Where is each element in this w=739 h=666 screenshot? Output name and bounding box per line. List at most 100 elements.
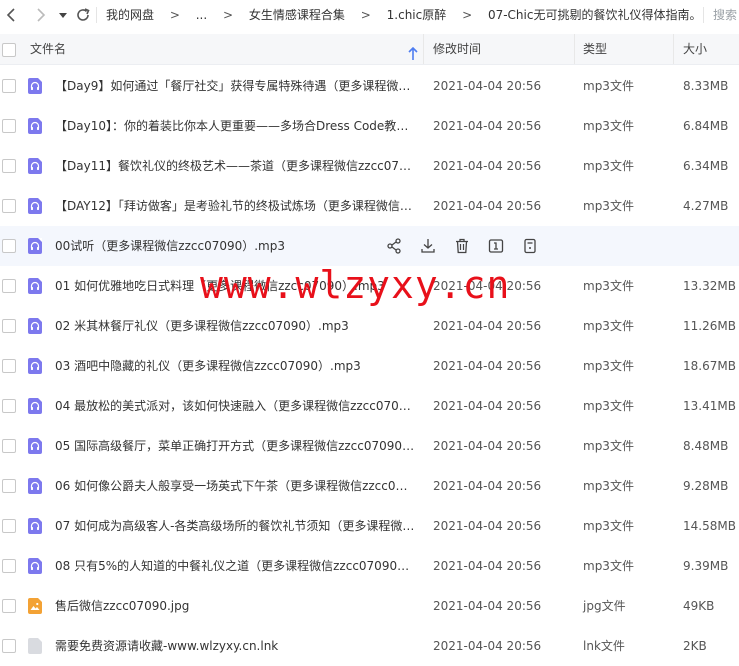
row-checkbox[interactable] — [2, 239, 16, 253]
file-date: 2021-04-04 20:56 — [433, 159, 542, 173]
row-checkbox[interactable] — [2, 359, 16, 373]
column-header-size[interactable]: 大小 — [683, 34, 707, 64]
row-checkbox[interactable] — [2, 319, 16, 333]
column-header-type[interactable]: 类型 — [583, 34, 607, 64]
breadcrumb-item-current[interactable]: 07-Chic无可挑剔的餐饮礼仪得体指南。 — [488, 8, 702, 22]
file-date: 2021-04-04 20:56 — [433, 639, 542, 653]
rename-icon[interactable] — [487, 237, 505, 255]
file-row[interactable]: 【Day10】：你的着装比你本人更重要——多场合Dress Code教程（更多课… — [0, 106, 739, 146]
file-row[interactable]: 售后微信zzcc07090.jpg 2021-04-04 20:56 jpg文件 49… — [0, 586, 739, 626]
file-size: 6.84MB — [683, 119, 729, 133]
file-size: 13.32MB — [683, 279, 736, 293]
file-row[interactable]: 00试听（更多课程微信zzcc07090）.mp3 — [0, 226, 739, 266]
file-type: mp3文件 — [583, 199, 634, 213]
file-name[interactable]: 05 国际高级餐厅，菜单正确打开方式（更多课程微信zzcc07090）.mp3 — [55, 426, 415, 466]
file-size: 2KB — [683, 639, 707, 653]
column-divider[interactable] — [673, 34, 674, 64]
breadcrumb-separator: > — [223, 8, 234, 22]
file-row[interactable]: 【Day9】如何通过「餐厅社交」获得专属特殊待遇（更多课程微信zzcc07090… — [0, 66, 739, 106]
file-name[interactable]: 【Day10】：你的着装比你本人更重要——多场合Dress Code教程（更多课… — [55, 106, 415, 146]
file-date: 2021-04-04 20:56 — [433, 79, 542, 93]
column-header-date[interactable]: 修改时间 — [433, 34, 481, 64]
forward-arrow-icon[interactable] — [30, 5, 50, 25]
more-icon[interactable] — [521, 237, 539, 255]
search-input[interactable]: 搜索 — [713, 0, 737, 30]
file-name[interactable]: 02 米其林餐厅礼仪（更多课程微信zzcc07090）.mp3 — [55, 306, 415, 346]
file-name[interactable]: 03 酒吧中隐藏的礼仪（更多课程微信zzcc07090）.mp3 — [55, 346, 415, 386]
file-type: mp3文件 — [583, 359, 634, 373]
row-checkbox[interactable] — [2, 119, 16, 133]
file-size: 8.48MB — [683, 439, 729, 453]
row-checkbox[interactable] — [2, 519, 16, 533]
image-file-icon — [28, 598, 42, 614]
row-checkbox[interactable] — [2, 399, 16, 413]
breadcrumb-item-ellipsis[interactable]: ... — [196, 8, 207, 22]
breadcrumb-separator: > — [462, 8, 473, 22]
file-name[interactable]: 【Day11】餐饮礼仪的终极艺术——茶道（更多课程微信zzcc07090）.mp… — [55, 146, 415, 186]
file-name[interactable]: 售后微信zzcc07090.jpg — [55, 586, 415, 626]
file-row[interactable]: 08 只有5%的人知道的中餐礼仪之道（更多课程微信zzcc07090）.mp3 2… — [0, 546, 739, 586]
file-date: 2021-04-04 20:56 — [433, 399, 542, 413]
breadcrumb-item-folder[interactable]: 1.chic原醉 — [387, 8, 447, 22]
history-dropdown-icon[interactable] — [53, 5, 73, 25]
column-divider[interactable] — [423, 34, 424, 64]
breadcrumb-item-collection[interactable]: 女生情感课程合集 — [249, 8, 345, 22]
audio-file-icon — [28, 358, 42, 374]
column-divider[interactable] — [574, 34, 575, 64]
file-type: jpg文件 — [583, 599, 626, 613]
row-checkbox[interactable] — [2, 639, 16, 653]
row-checkbox[interactable] — [2, 199, 16, 213]
file-row[interactable]: 05 国际高级餐厅，菜单正确打开方式（更多课程微信zzcc07090）.mp3 2… — [0, 426, 739, 466]
delete-icon[interactable] — [453, 237, 471, 255]
audio-file-icon — [28, 118, 42, 134]
audio-file-icon — [28, 438, 42, 454]
column-header-name[interactable]: 文件名 — [30, 34, 66, 64]
file-type: mp3文件 — [583, 439, 634, 453]
file-row[interactable]: 06 如何像公爵夫人般享受一场英式下午茶（更多课程微信zzcc07090）.mp… — [0, 466, 739, 506]
search-divider — [703, 7, 704, 23]
file-size: 4.27MB — [683, 199, 729, 213]
file-name[interactable]: 00试听（更多课程微信zzcc07090）.mp3 — [55, 226, 377, 266]
file-name[interactable]: 【Day9】如何通过「餐厅社交」获得专属特殊待遇（更多课程微信zzcc07090… — [55, 66, 415, 106]
select-all-checkbox[interactable] — [2, 43, 16, 57]
share-icon[interactable] — [385, 237, 403, 255]
download-icon[interactable] — [419, 237, 437, 255]
file-type: mp3文件 — [583, 559, 634, 573]
file-name[interactable]: 06 如何像公爵夫人般享受一场英式下午茶（更多课程微信zzcc07090）.mp… — [55, 466, 415, 506]
file-row[interactable]: 03 酒吧中隐藏的礼仪（更多课程微信zzcc07090）.mp3 2021-04-… — [0, 346, 739, 386]
file-date: 2021-04-04 20:56 — [433, 319, 542, 333]
row-checkbox[interactable] — [2, 439, 16, 453]
row-checkbox[interactable] — [2, 479, 16, 493]
file-date: 2021-04-04 20:56 — [433, 479, 542, 493]
file-row[interactable]: 【Day11】餐饮礼仪的终极艺术——茶道（更多课程微信zzcc07090）.mp… — [0, 146, 739, 186]
file-name[interactable]: 【DAY12】「拜访做客」是考验礼节的终极试炼场（更多课程微信zzcc07090… — [55, 186, 415, 226]
row-checkbox[interactable] — [2, 559, 16, 573]
breadcrumb-item-root[interactable]: 我的网盘 — [106, 8, 154, 22]
file-row[interactable]: 07 如何成为高级客人-各类高级场所的餐饮礼节须知（更多课程微信zzcc0709… — [0, 506, 739, 546]
audio-file-icon — [28, 518, 42, 534]
top-bar: 我的网盘 > ... > 女生情感课程合集 > 1.chic原醉 > 07-Ch… — [0, 0, 739, 30]
file-name[interactable]: 需要免费资源请收藏-www.wlzyxy.cn.lnk — [55, 626, 415, 666]
file-name[interactable]: 07 如何成为高级客人-各类高级场所的餐饮礼节须知（更多课程微信zzcc0709… — [55, 506, 415, 546]
file-date: 2021-04-04 20:56 — [433, 439, 542, 453]
row-checkbox[interactable] — [2, 599, 16, 613]
back-arrow-icon[interactable] — [2, 5, 22, 25]
refresh-icon[interactable] — [73, 5, 93, 25]
file-row[interactable]: 【DAY12】「拜访做客」是考验礼节的终极试炼场（更多课程微信zzcc07090… — [0, 186, 739, 226]
file-date: 2021-04-04 20:56 — [433, 519, 542, 533]
breadcrumb: 我的网盘 > ... > 女生情感课程合集 > 1.chic原醉 > 07-Ch… — [104, 0, 703, 30]
file-row[interactable]: 04 最放松的美式派对，该如何快速融入（更多课程微信zzcc07090）.mp3… — [0, 386, 739, 426]
row-checkbox[interactable] — [2, 79, 16, 93]
file-size: 11.26MB — [683, 319, 736, 333]
row-checkbox[interactable] — [2, 159, 16, 173]
file-name[interactable]: 08 只有5%的人知道的中餐礼仪之道（更多课程微信zzcc07090）.mp3 — [55, 546, 415, 586]
file-size: 18.67MB — [683, 359, 736, 373]
file-date: 2021-04-04 20:56 — [433, 119, 542, 133]
file-type: mp3文件 — [583, 319, 634, 333]
row-checkbox[interactable] — [2, 279, 16, 293]
audio-file-icon — [28, 158, 42, 174]
file-row[interactable]: 02 米其林餐厅礼仪（更多课程微信zzcc07090）.mp3 2021-04-0… — [0, 306, 739, 346]
file-name[interactable]: 04 最放松的美式派对，该如何快速融入（更多课程微信zzcc07090）.mp3 — [55, 386, 415, 426]
file-size: 9.39MB — [683, 559, 729, 573]
file-row[interactable]: 需要免费资源请收藏-www.wlzyxy.cn.lnk 2021-04-04 20… — [0, 626, 739, 666]
